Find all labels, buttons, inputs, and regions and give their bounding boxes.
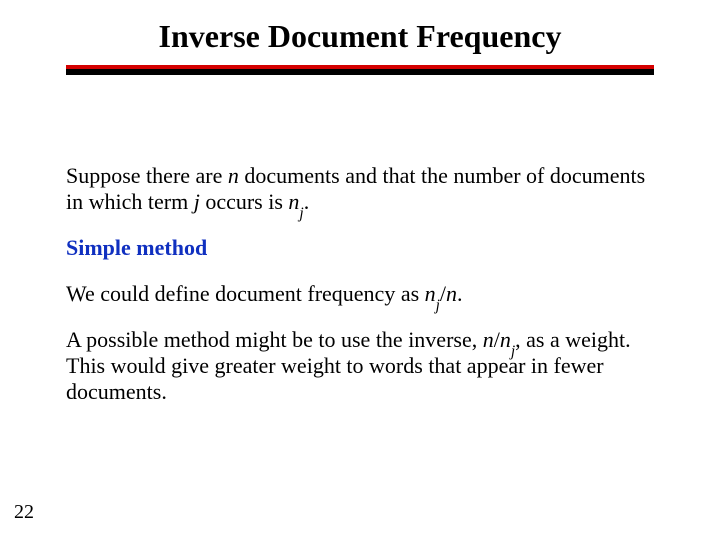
text: We could define document frequency as [66,281,425,306]
var-nj-n: n [500,327,511,352]
method-label: Simple method [66,235,654,261]
var-nj-j: j [436,297,440,314]
paragraph-inverse: A possible method might be to use the in… [66,327,654,405]
var-nj-n: n [425,281,436,306]
text: A possible method might be to use the in… [66,327,483,352]
slide-body: Suppose there are n documents and that t… [66,163,654,405]
var-n: n [228,163,239,188]
var-nj-j: j [299,205,303,222]
var-n: n [446,281,457,306]
title-rule [66,65,654,75]
slide: Inverse Document Frequency Suppose there… [0,0,720,540]
slide-title: Inverse Document Frequency [66,18,654,55]
var-nj-n: n [288,189,299,214]
text: Suppose there are [66,163,228,188]
var-n: n [483,327,494,352]
paragraph-intro: Suppose there are n documents and that t… [66,163,654,215]
text: . [304,189,310,214]
page-number: 22 [14,501,34,524]
rule-black [66,69,654,75]
text: occurs is [200,189,289,214]
paragraph-simple: We could define document frequency as nj… [66,281,654,307]
var-nj-j: j [511,343,515,360]
text: . [457,281,463,306]
